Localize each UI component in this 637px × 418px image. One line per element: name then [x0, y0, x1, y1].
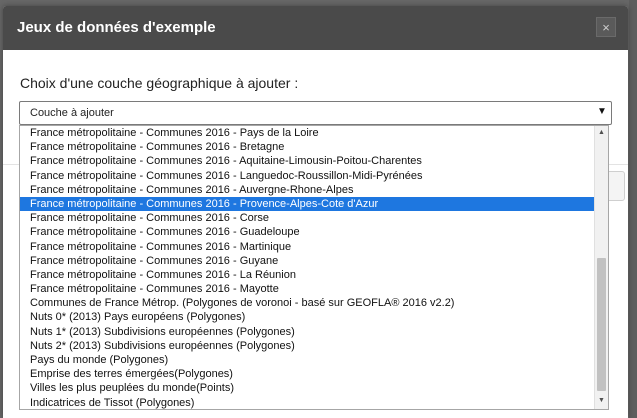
dropdown-option[interactable]: Nuts 2* (2013) Subdivisions européennes … — [20, 339, 594, 353]
dropdown-option[interactable]: France métropolitaine - Communes 2016 - … — [20, 282, 594, 296]
dropdown-option[interactable]: France métropolitaine - Communes 2016 - … — [20, 211, 594, 225]
close-button[interactable]: × — [596, 17, 616, 37]
chevron-down-icon: ▼ — [597, 106, 607, 117]
dropdown-option[interactable]: France métropolitaine - Communes 2016 - … — [20, 140, 594, 154]
dropdown-option[interactable]: France métropolitaine - Communes 2016 - … — [20, 126, 594, 140]
dropdown-option[interactable]: France métropolitaine - Communes 2016 - … — [20, 268, 594, 282]
dropdown-option[interactable]: Indicatrices de Tissot (Polygones) — [20, 396, 594, 409]
dropdown-option[interactable]: France métropolitaine - Communes 2016 - … — [20, 254, 594, 268]
scroll-down-icon[interactable]: ▼ — [595, 394, 608, 408]
layer-dropdown-list[interactable]: France métropolitaine - Communes 2016 - … — [19, 125, 609, 410]
dropdown-option[interactable]: France métropolitaine - Communes 2016 - … — [20, 154, 594, 168]
dropdown-option[interactable]: Communes de France Métrop. (Polygones de… — [20, 296, 594, 310]
dropdown-option[interactable]: Villes les plus peuplées du monde(Points… — [20, 381, 594, 395]
dropdown-option[interactable]: Emprise des terres émergées(Polygones) — [20, 367, 594, 381]
scroll-up-icon[interactable]: ▲ — [595, 126, 608, 140]
dropdown-option[interactable]: Nuts 0* (2013) Pays européens (Polygones… — [20, 310, 594, 324]
layer-select[interactable]: Couche à ajouter ▼ — [19, 101, 612, 125]
layer-choice-label: Choix d'une couche géographique à ajoute… — [20, 75, 299, 91]
dropdown-option-selected[interactable]: France métropolitaine - Communes 2016 - … — [20, 196, 594, 212]
dropdown-option[interactable]: France métropolitaine - Communes 2016 - … — [20, 169, 594, 183]
dropdown-option[interactable]: France métropolitaine - Communes 2016 - … — [20, 225, 594, 239]
scroll-thumb[interactable] — [597, 258, 606, 391]
dropdown-option[interactable]: Nuts 1* (2013) Subdivisions européennes … — [20, 325, 594, 339]
dropdown-scrollbar[interactable]: ▲ ▼ — [594, 126, 608, 409]
dropdown-option[interactable]: France métropolitaine - Communes 2016 - … — [20, 240, 594, 254]
close-icon: × — [602, 20, 610, 35]
dropdown-option[interactable]: Pays du monde (Polygones) — [20, 353, 594, 367]
dialog-title: Jeux de données d'exemple — [17, 19, 216, 36]
dropdown-option[interactable]: France métropolitaine - Communes 2016 - … — [20, 183, 594, 197]
dialog-header: Jeux de données d'exemple × — [3, 6, 628, 50]
layer-select-value: Couche à ajouter — [30, 107, 114, 119]
map-backdrop-edge — [629, 0, 637, 418]
options-list: France métropolitaine - Communes 2016 - … — [20, 126, 594, 409]
